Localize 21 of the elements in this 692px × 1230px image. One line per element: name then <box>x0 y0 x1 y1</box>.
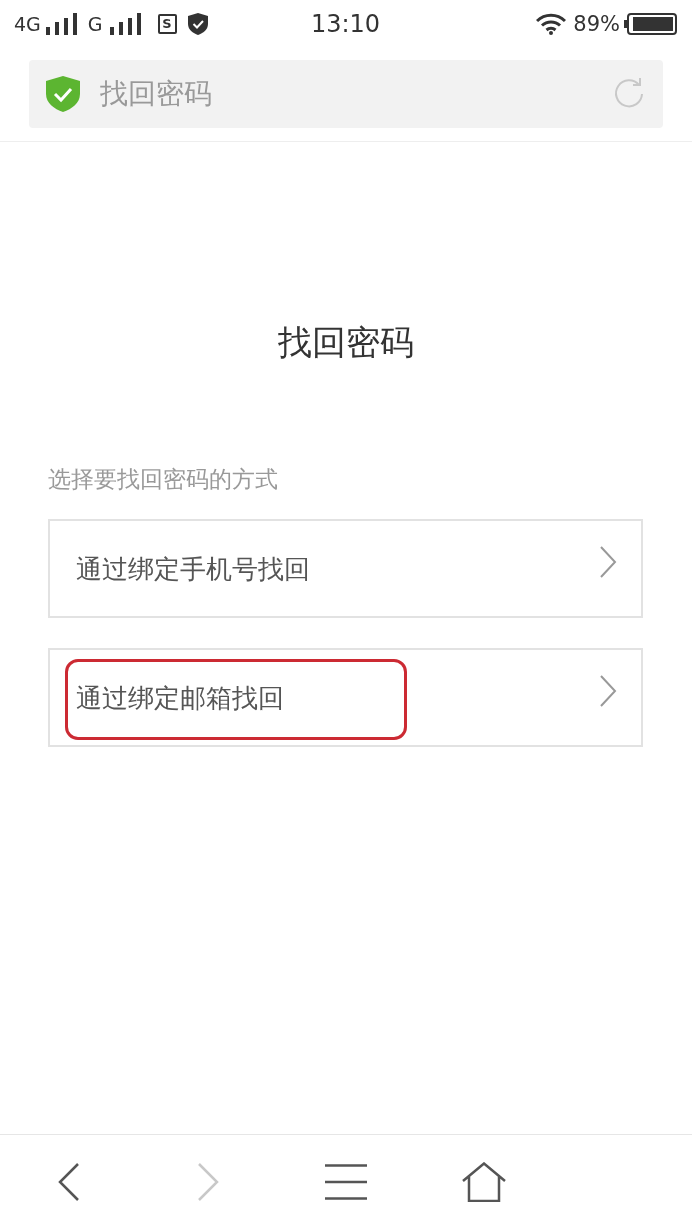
chevron-right-icon <box>599 545 617 578</box>
chevron-right-icon <box>599 674 617 707</box>
network-label: 4G <box>14 12 41 36</box>
menu-icon <box>325 1163 367 1200</box>
home-icon <box>461 1161 508 1202</box>
shield-icon <box>187 13 208 35</box>
shield-check-icon <box>46 76 80 112</box>
option-item[interactable]: 通过绑定邮箱找回 <box>48 648 643 747</box>
chevron-left-icon <box>58 1162 81 1201</box>
prompt-text: 选择要找回密码的方式 <box>48 465 279 494</box>
page-heading: 找回密码 <box>277 321 415 364</box>
signal-icon <box>45 13 77 35</box>
signal-icon <box>109 13 141 35</box>
chevron-right-icon <box>196 1162 219 1201</box>
battery-percent: 89% <box>573 11 620 37</box>
wifi-icon <box>536 13 567 35</box>
battery-icon <box>624 13 677 35</box>
clock-time: 13:10 <box>310 10 381 38</box>
notification-icon: S <box>157 14 177 34</box>
option-item[interactable]: 通过绑定手机号找回 <box>48 519 643 618</box>
network-label: G <box>87 12 103 36</box>
